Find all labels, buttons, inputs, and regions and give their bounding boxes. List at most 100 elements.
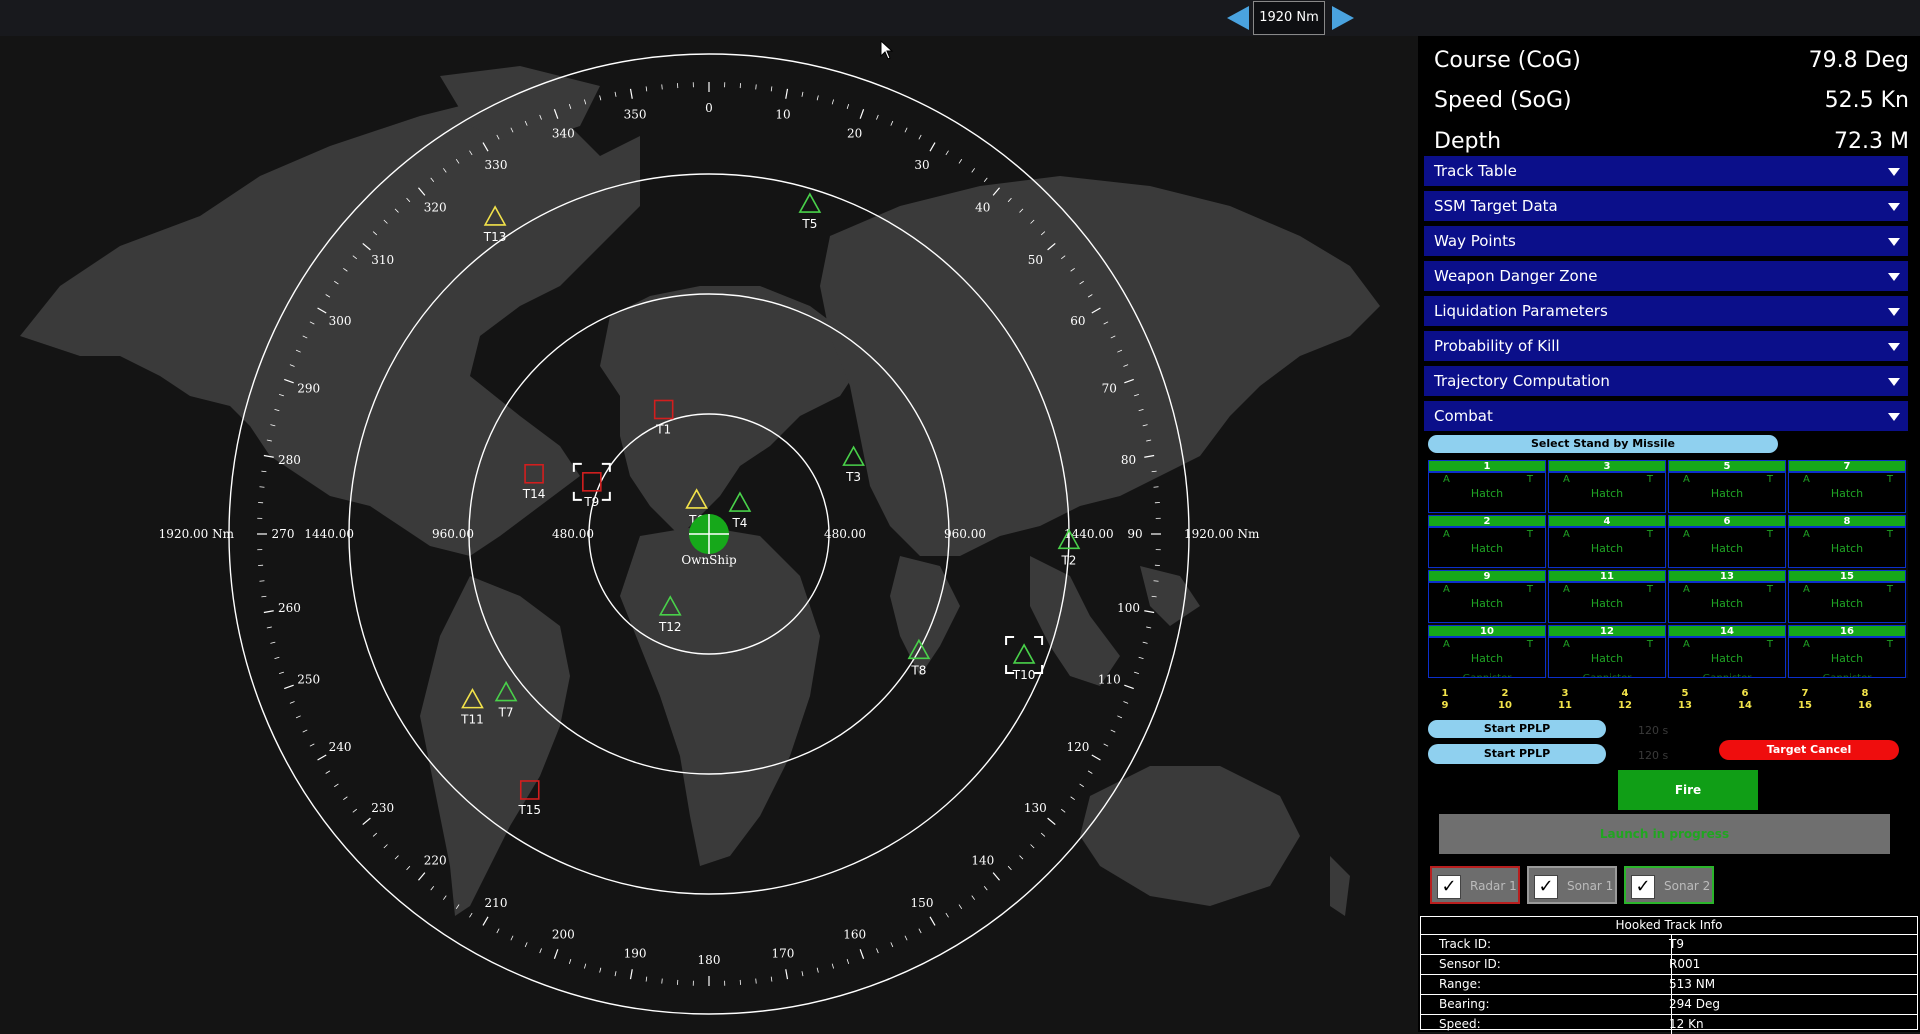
stand-a: A (1803, 529, 1810, 540)
accordion-7[interactable]: Combat (1424, 401, 1908, 431)
start-pplp-button-2[interactable]: Start PPLP (1428, 744, 1606, 764)
missile-stand-cell[interactable]: 14ATHatchGannister (1668, 625, 1786, 678)
stand-t: T (1887, 584, 1893, 595)
bearing-tick (1154, 581, 1159, 582)
accordion-5[interactable]: Probability of Kill (1424, 331, 1908, 361)
bearing-tick (817, 968, 818, 973)
track-t3[interactable]: T3 (844, 447, 864, 484)
sensor-toggle-2[interactable]: ✓Sonar 2 (1624, 866, 1714, 904)
bearing-label: 200 (552, 927, 575, 941)
missile-stand-cell[interactable]: 13ATHatch (1668, 570, 1786, 623)
chevron-down-icon[interactable] (1888, 378, 1900, 386)
track-t9[interactable]: T9 (574, 464, 610, 509)
bearing-label: 310 (371, 253, 394, 267)
checkbox-checked-icon[interactable]: ✓ (1631, 875, 1655, 899)
bearing-tick (569, 959, 571, 964)
chevron-down-icon[interactable] (1888, 308, 1900, 316)
hooked-row: Speed:12 Kn (1421, 1015, 1917, 1034)
missile-stand-cell[interactable]: 10ATHatchGannister (1428, 625, 1546, 678)
checkbox-checked-icon[interactable]: ✓ (1437, 875, 1461, 899)
stand-number: 8 (1788, 515, 1906, 527)
top-bar: 1920 Nm (0, 0, 1920, 36)
bearing-tick (832, 100, 833, 105)
bearing-label: 280 (278, 453, 301, 467)
accordion-4[interactable]: Liquidation Parameters (1424, 296, 1908, 326)
select-standby-missile-button[interactable]: Select Stand by Missile (1428, 435, 1778, 453)
missile-stand-cell[interactable]: 4ATHatch (1548, 515, 1666, 568)
target-cancel-button[interactable]: Target Cancel (1719, 740, 1899, 760)
radar-display[interactable]: 0102030405060708090100110120130140150160… (0, 36, 1418, 1032)
stand-t: T (1887, 474, 1893, 485)
stand-t: T (1767, 584, 1773, 595)
range-increase-arrow-icon[interactable] (1332, 6, 1354, 30)
bearing-tick (959, 159, 962, 163)
chevron-down-icon[interactable] (1888, 168, 1900, 176)
bearing-tick (1117, 716, 1122, 718)
chevron-down-icon[interactable] (1888, 238, 1900, 246)
bearing-tick (384, 845, 388, 848)
stand-a: A (1683, 584, 1690, 595)
bearing-tick (407, 866, 410, 870)
missile-stand-cell[interactable]: 6ATHatch (1668, 515, 1786, 568)
start-pplp-button-1[interactable]: Start PPLP (1428, 720, 1606, 738)
bearing-label: 70 (1102, 381, 1117, 395)
sensor-toggle-1[interactable]: ✓Sonar 1 (1527, 866, 1617, 904)
missile-stand-cell[interactable]: 12ATHatchGannister (1548, 625, 1666, 678)
nav-row-2: Depth72.3 M (1434, 129, 1909, 154)
bearing-tick (817, 95, 818, 100)
missile-stand-cell[interactable]: 5ATHatch (1668, 460, 1786, 513)
accordion-0[interactable]: Track Table (1424, 156, 1908, 186)
track-t10[interactable]: T10 (1006, 637, 1042, 682)
missile-stand-cell[interactable]: 16ATHatchGannister (1788, 625, 1906, 678)
chevron-down-icon[interactable] (1888, 203, 1900, 211)
stand-index: 614 (1730, 688, 1760, 712)
accordion-1[interactable]: SSM Target Data (1424, 191, 1908, 221)
stand-status: Hatch (1789, 597, 1905, 610)
sensor-toggle-0[interactable]: ✓Radar 1 (1430, 866, 1520, 904)
stand-index-top: 7 (1790, 688, 1820, 700)
range-label: 1920.00 Nm (1184, 527, 1260, 541)
missile-stand-cell[interactable]: 8ATHatch (1788, 515, 1906, 568)
accordion-2[interactable]: Way Points (1424, 226, 1908, 256)
missile-stand-cell[interactable]: 9ATHatch (1428, 570, 1546, 623)
triangle-track-icon[interactable] (1014, 645, 1034, 663)
bearing-tick (1031, 845, 1035, 848)
stand-caption: Gannister (1789, 673, 1905, 678)
missile-stand-cell[interactable]: 3ATHatch (1548, 460, 1666, 513)
checkbox-checked-icon[interactable]: ✓ (1534, 875, 1558, 899)
bearing-tick (418, 873, 424, 881)
missile-stand-cell[interactable]: 15ATHatch (1788, 570, 1906, 623)
triangle-track-icon[interactable] (844, 447, 864, 465)
missile-stand-cell[interactable]: 11ATHatch (1548, 570, 1666, 623)
stand-number: 16 (1788, 625, 1906, 637)
hooked-row: Bearing:294 Deg (1421, 995, 1917, 1015)
missile-stand-cell[interactable]: 2ATHatch (1428, 515, 1546, 568)
bearing-label: 10 (775, 107, 790, 121)
hooked-row: Range:513 NM (1421, 975, 1917, 995)
hooked-key: Range: (1439, 977, 1481, 991)
stand-body: ATHatch (1788, 527, 1906, 568)
range-decrease-arrow-icon[interactable] (1227, 6, 1249, 30)
stand-index-top: 2 (1490, 688, 1520, 700)
accordion-label: Probability of Kill (1434, 337, 1560, 355)
bearing-tick (631, 89, 633, 99)
missile-stand-cell[interactable]: 1ATHatch (1428, 460, 1546, 513)
chevron-down-icon[interactable] (1888, 413, 1900, 421)
triangle-track-icon[interactable] (730, 493, 750, 511)
bearing-tick (1080, 784, 1084, 787)
accordion-3[interactable]: Weapon Danger Zone (1424, 261, 1908, 291)
track-t4[interactable]: T4 (730, 493, 750, 530)
accordion-6[interactable]: Trajectory Computation (1424, 366, 1908, 396)
stand-number: 7 (1788, 460, 1906, 472)
stand-a: A (1683, 639, 1690, 650)
fire-button[interactable]: Fire (1618, 770, 1758, 810)
missile-stand-cell[interactable]: 7ATHatch (1788, 460, 1906, 513)
triangle-track-icon[interactable] (800, 194, 820, 212)
chevron-down-icon[interactable] (1888, 343, 1900, 351)
chevron-down-icon[interactable] (1888, 273, 1900, 281)
stand-a: A (1563, 584, 1570, 595)
stand-index-bottom: 15 (1790, 700, 1820, 712)
bearing-tick (270, 642, 275, 643)
track-t5[interactable]: T5 (800, 194, 820, 231)
stand-number: 4 (1548, 515, 1666, 527)
